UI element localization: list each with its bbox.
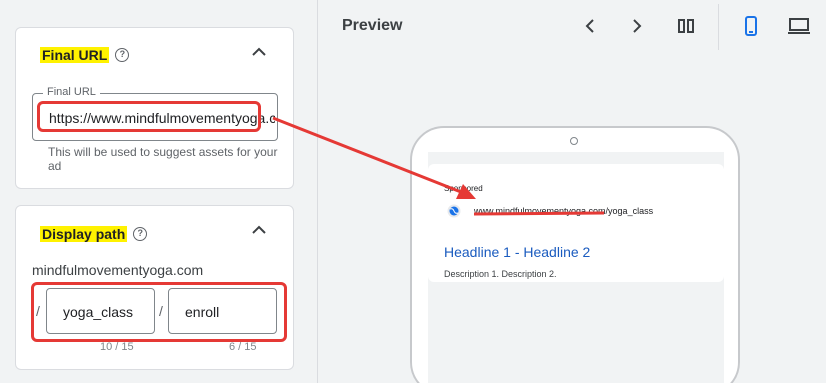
path2-value[interactable]: enroll bbox=[185, 304, 219, 320]
display-path-title: Display path bbox=[40, 226, 128, 242]
preview-panel: Preview Sponsored www.mindfulmovementyog… bbox=[318, 0, 826, 383]
final-url-title: Final URL bbox=[40, 47, 110, 63]
path1-field[interactable]: yoga_class bbox=[46, 288, 155, 334]
globe-icon bbox=[447, 204, 461, 218]
path2-field[interactable]: enroll bbox=[168, 288, 277, 334]
help-icon[interactable]: ? bbox=[115, 48, 130, 62]
mobile-icon[interactable] bbox=[739, 14, 763, 38]
display-path-card: Display path ? mindfulmovementyoga.com /… bbox=[15, 205, 294, 370]
display-path-heading: Display path ? bbox=[40, 226, 148, 242]
sponsored-label: Sponsored bbox=[444, 184, 483, 193]
chevron-left-icon[interactable] bbox=[578, 14, 602, 38]
ad-display-url[interactable]: www.mindfulmovementyoga.com/yoga_class bbox=[474, 206, 653, 216]
final-url-card: Final URL ? Final URL https://www.mindfu… bbox=[15, 27, 294, 189]
phone-frame: Sponsored www.mindfulmovementyoga.com/yo… bbox=[410, 126, 740, 383]
final-url-heading: Final URL ? bbox=[40, 47, 130, 63]
final-url-value[interactable]: https://www.mindfulmovementyoga.com bbox=[49, 110, 275, 126]
chevron-right-icon[interactable] bbox=[625, 14, 649, 38]
display-domain: mindfulmovementyoga.com bbox=[32, 262, 204, 278]
path1-value[interactable]: yoga_class bbox=[63, 304, 133, 320]
ad-description: Description 1. Description 2. bbox=[444, 269, 557, 279]
chevron-up-icon[interactable] bbox=[251, 222, 267, 238]
path-separator: / bbox=[159, 303, 163, 319]
chevron-up-icon[interactable] bbox=[251, 44, 267, 60]
final-url-hint: This will be used to suggest assets for … bbox=[48, 145, 278, 173]
app-root: Final URL ? Final URL https://www.mindfu… bbox=[0, 0, 826, 383]
help-icon[interactable]: ? bbox=[133, 227, 148, 241]
preview-title: Preview bbox=[342, 17, 403, 34]
left-panel: Final URL ? Final URL https://www.mindfu… bbox=[0, 0, 318, 383]
phone-camera bbox=[570, 137, 578, 145]
ad-preview-card: Sponsored www.mindfulmovementyoga.com/yo… bbox=[428, 164, 724, 282]
phone-screen: Sponsored www.mindfulmovementyoga.com/yo… bbox=[428, 152, 724, 383]
split-view-icon[interactable] bbox=[674, 14, 698, 38]
ad-headline[interactable]: Headline 1 - Headline 2 bbox=[444, 244, 590, 260]
path1-counter: 10 / 15 bbox=[100, 341, 134, 353]
toolbar-divider bbox=[718, 4, 719, 50]
desktop-icon[interactable] bbox=[787, 14, 811, 38]
path2-counter: 6 / 15 bbox=[229, 341, 257, 353]
final-url-field-label: Final URL bbox=[43, 86, 100, 98]
path-separator: / bbox=[36, 303, 40, 319]
final-url-field[interactable]: Final URL https://www.mindfulmovementyog… bbox=[32, 86, 278, 141]
